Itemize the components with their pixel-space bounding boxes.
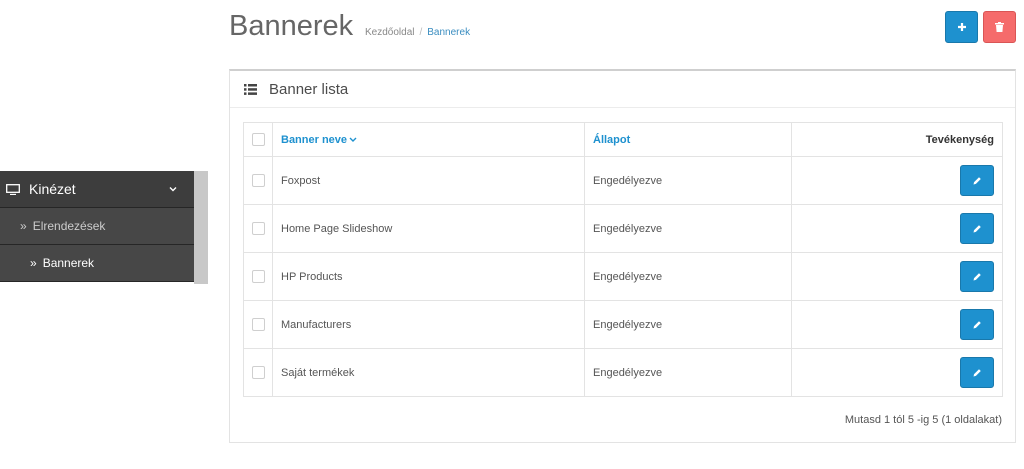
select-all-cell <box>243 122 273 157</box>
row-checkbox[interactable] <box>251 366 265 379</box>
pencil-icon <box>973 224 981 232</box>
breadcrumb: Kezdőoldal / Bannerek <box>365 27 470 38</box>
banner-action-cell <box>791 300 1003 349</box>
pencil-icon <box>973 176 981 184</box>
sidebar: Kinézet » Elrendezések » Bannerek <box>0 171 194 282</box>
banner-action-cell <box>791 156 1003 205</box>
page-title: Bannerek <box>229 10 354 42</box>
pencil-icon <box>973 272 981 280</box>
row-checkbox[interactable] <box>251 318 265 331</box>
sidebar-item-elrendezesek[interactable]: » Elrendezések <box>0 208 194 245</box>
row-checkbox[interactable] <box>251 222 265 235</box>
banner-status-cell: Engedélyezve <box>584 156 792 205</box>
table-row: Foxpost Engedélyezve <box>243 156 1003 205</box>
edit-button[interactable] <box>960 261 994 292</box>
breadcrumb-home-link[interactable]: Kezdőoldal <box>365 27 414 38</box>
edit-button[interactable] <box>960 357 994 388</box>
select-all-checkbox[interactable] <box>251 133 265 146</box>
sidebar-item-kinezet[interactable]: Kinézet <box>0 171 194 208</box>
edit-button[interactable] <box>960 309 994 340</box>
banner-action-cell <box>791 348 1003 397</box>
banner-name-cell: Manufacturers <box>272 300 585 349</box>
breadcrumb-current-link[interactable]: Bannerek <box>427 27 470 38</box>
pencil-icon <box>973 320 981 328</box>
banner-action-cell <box>791 204 1003 253</box>
row-select-cell <box>243 204 273 253</box>
sidebar-item-label: Elrendezések <box>32 219 106 233</box>
sidebar-item-label: Bannerek <box>42 256 95 270</box>
banner-status-cell: Engedélyezve <box>584 300 792 349</box>
sidebar-item-label: Kinézet <box>29 181 76 197</box>
banner-name-cell: Home Page Slideshow <box>272 204 585 253</box>
banner-name-cell: Saját termékek <box>272 348 585 397</box>
banner-status-cell: Engedélyezve <box>584 252 792 301</box>
pencil-icon <box>973 368 981 376</box>
sort-by-status-link[interactable]: Állapot <box>593 134 630 146</box>
trash-icon <box>995 22 1004 32</box>
caret-down-icon <box>349 137 357 142</box>
table-row: Home Page Slideshow Engedélyezve <box>243 204 1003 253</box>
column-header-name: Banner neve <box>272 122 585 157</box>
banner-table: Banner neve Állapot Tevékenység Foxpost E… <box>243 122 1003 397</box>
table-row: Saját termékek Engedélyezve <box>243 348 1003 397</box>
banner-name-cell: Foxpost <box>272 156 585 205</box>
sort-by-name-link[interactable]: Banner neve <box>281 134 357 146</box>
table-header-row: Banner neve Állapot Tevékenység <box>243 122 1003 157</box>
table-row: Manufacturers Engedélyezve <box>243 300 1003 349</box>
row-select-cell <box>243 252 273 301</box>
double-chevron-right-icon: » <box>20 219 27 233</box>
double-chevron-right-icon: » <box>30 256 37 270</box>
column-header-status: Állapot <box>584 122 792 157</box>
row-select-cell <box>243 348 273 397</box>
banner-status-cell: Engedélyezve <box>584 204 792 253</box>
monitor-icon <box>6 183 20 195</box>
pagination-text: Mutasd 1 tól 5 -ig 5 (1 oldalakat) <box>844 414 1002 426</box>
breadcrumb-separator: / <box>419 27 423 38</box>
sidebar-item-bannerek[interactable]: » Bannerek <box>0 245 194 282</box>
row-select-cell <box>243 156 273 205</box>
column-header-action: Tevékenység <box>791 122 1003 157</box>
row-checkbox[interactable] <box>251 174 265 187</box>
delete-button[interactable] <box>983 11 1016 43</box>
sidebar-scrollbar[interactable] <box>194 171 208 284</box>
panel-heading: Banner lista <box>230 71 1015 108</box>
add-button[interactable] <box>945 11 978 43</box>
row-select-cell <box>243 300 273 349</box>
list-icon <box>244 83 257 95</box>
plus-icon <box>957 23 966 31</box>
chevron-down-icon <box>169 187 177 192</box>
edit-button[interactable] <box>960 213 994 244</box>
row-checkbox[interactable] <box>251 270 265 283</box>
banner-status-cell: Engedélyezve <box>584 348 792 397</box>
edit-button[interactable] <box>960 165 994 196</box>
banner-action-cell <box>791 252 1003 301</box>
table-row: HP Products Engedélyezve <box>243 252 1003 301</box>
banner-list-panel: Banner lista Banner neve Állapot Tevéken… <box>229 69 1016 443</box>
banner-name-cell: HP Products <box>272 252 585 301</box>
panel-title: Banner lista <box>269 80 349 98</box>
